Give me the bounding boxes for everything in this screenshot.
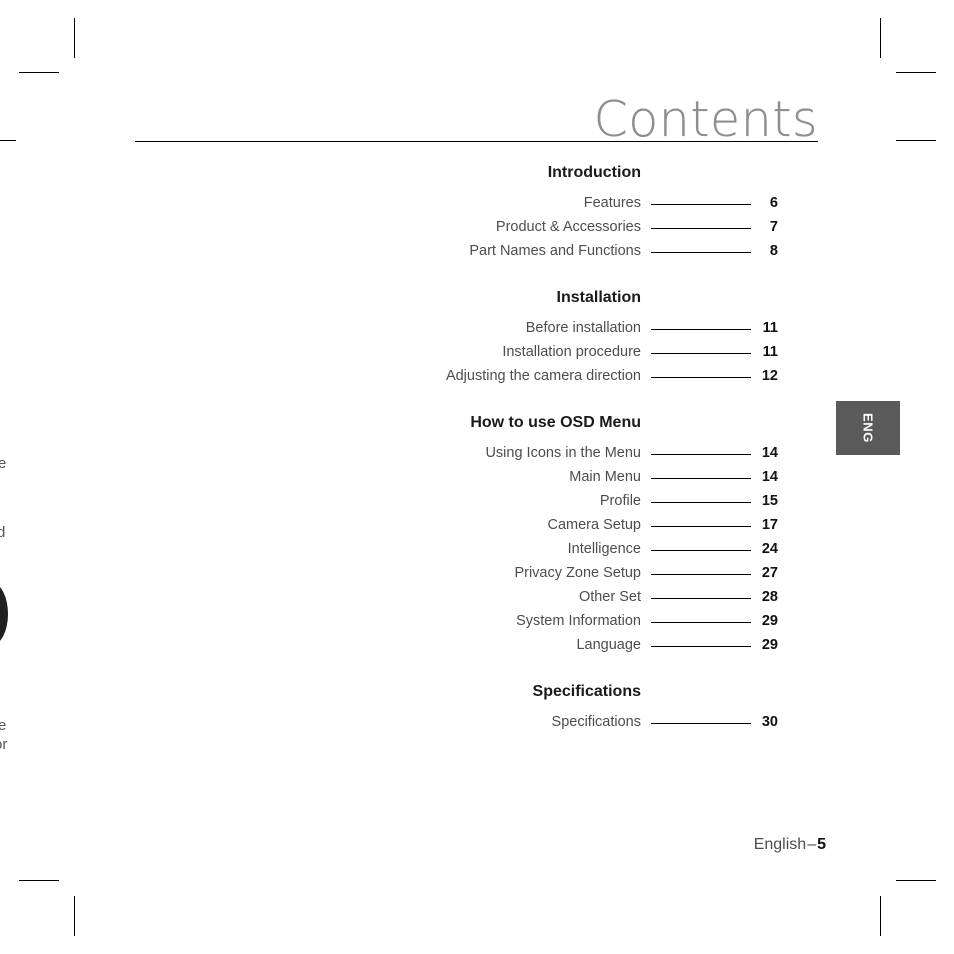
toc-entry-leader-line	[651, 621, 751, 623]
toc-entry[interactable]: System Information 29	[0, 609, 954, 633]
toc-entry-page-number: 30	[761, 714, 778, 730]
toc-entry-leader-line	[651, 203, 751, 205]
toc-section-gap	[0, 657, 954, 679]
toc-entry-page-number: 8	[769, 243, 778, 259]
footer-separator: –	[807, 836, 817, 853]
toc-entry-title: Main Menu	[569, 469, 641, 485]
toc-entry-leader-line	[651, 352, 751, 354]
toc-entry[interactable]: Language 29	[0, 633, 954, 657]
toc-entry-page-number: 15	[761, 493, 778, 509]
footer-language: English	[753, 836, 807, 853]
page-title: Contents	[593, 91, 818, 148]
toc-entry-leader-line	[651, 328, 751, 330]
toc-entry-page-number: 14	[761, 469, 778, 485]
crop-mark-top-left-horizontal	[19, 72, 59, 73]
toc-entry[interactable]: Installation procedure 11	[0, 340, 954, 364]
toc-entry[interactable]: Intelligence 24	[0, 537, 954, 561]
toc-entry[interactable]: Features 6	[0, 191, 954, 215]
table-of-contents: Introduction Features 6 Product & Accessori…	[0, 160, 954, 734]
toc-section: Introduction Features 6 Product & Accessori…	[0, 160, 954, 263]
toc-entry-title: Before installation	[525, 320, 641, 336]
crop-mark-top-right-horizontal	[896, 72, 936, 73]
crop-mark-top-right-vertical	[880, 18, 881, 58]
toc-section: How to use OSD Menu Using Icons in the Me…	[0, 410, 954, 657]
toc-entry-page-number: 27	[761, 565, 778, 581]
toc-entry-leader-line	[651, 573, 751, 575]
toc-section: Installation Before installation 11 Install…	[0, 285, 954, 388]
toc-section-header: Specifications	[532, 683, 641, 700]
language-tab-eng: ENG	[836, 401, 900, 455]
toc-section-header: How to use OSD Menu	[470, 414, 641, 431]
toc-entry-title: Installation procedure	[502, 344, 641, 360]
crop-mark-bottom-right-vertical	[880, 896, 881, 936]
toc-entry-title: Features	[583, 195, 641, 211]
toc-entry-title: Profile	[599, 493, 641, 509]
toc-entry-leader-line	[651, 477, 751, 479]
toc-entry-title: Specifications	[551, 714, 641, 730]
toc-entry-title: Product & Accessories	[495, 219, 641, 235]
toc-entry-page-number: 11	[762, 320, 778, 336]
toc-entry-title: Using Icons in the Menu	[485, 445, 641, 461]
toc-entry[interactable]: Specifications 30	[0, 710, 954, 734]
toc-entry[interactable]: Other Set 28	[0, 585, 954, 609]
toc-entry-page-number: 17	[761, 517, 778, 533]
toc-entry-title: System Information	[516, 613, 641, 629]
toc-section-header: Introduction	[547, 164, 641, 181]
toc-entry[interactable]: Before installation 11	[0, 316, 954, 340]
toc-entry-page-number: 29	[761, 637, 778, 653]
language-tab-label: ENG	[860, 413, 876, 443]
toc-entry[interactable]: Profile 15	[0, 489, 954, 513]
toc-entry-page-number: 12	[761, 368, 778, 384]
toc-entry-leader-line	[651, 645, 751, 647]
toc-entry-leader-line	[651, 722, 751, 724]
toc-section: Specifications Specifications 30	[0, 679, 954, 734]
toc-entry[interactable]: Privacy Zone Setup 27	[0, 561, 954, 585]
toc-entry[interactable]: Product & Accessories 7	[0, 215, 954, 239]
toc-entry-page-number: 11	[762, 344, 778, 360]
crop-mark-bottom-left-horizontal	[19, 880, 59, 881]
toc-entry-leader-line	[651, 376, 751, 378]
toc-entry-title: Adjusting the camera direction	[445, 368, 641, 384]
toc-entry[interactable]: Adjusting the camera direction 12	[0, 364, 954, 388]
toc-entry-title: Camera Setup	[547, 517, 642, 533]
toc-section-gap	[0, 388, 954, 410]
toc-entry-title: Part Names and Functions	[469, 243, 641, 259]
toc-entry-leader-line	[651, 597, 751, 599]
toc-entry-leader-line	[651, 453, 751, 455]
toc-entry-title: Language	[576, 637, 641, 653]
toc-entry-page-number: 24	[761, 541, 778, 557]
toc-entry-leader-line	[651, 227, 751, 229]
crop-mark-middle-left	[0, 140, 16, 141]
bleed-text-fragment: or	[0, 736, 8, 753]
toc-entry-leader-line	[651, 501, 751, 503]
page-footer: English–5	[754, 836, 826, 854]
toc-entry-page-number: 29	[761, 613, 778, 629]
toc-section-header: Installation	[556, 289, 641, 306]
toc-entry-leader-line	[651, 251, 751, 253]
crop-mark-bottom-right-horizontal	[896, 880, 936, 881]
toc-entry[interactable]: Using Icons in the Menu 14	[0, 441, 954, 465]
toc-entry[interactable]: Part Names and Functions 8	[0, 239, 954, 263]
toc-entry[interactable]: Camera Setup 17	[0, 513, 954, 537]
toc-entry[interactable]: Main Menu 14	[0, 465, 954, 489]
toc-entry-page-number: 7	[769, 219, 778, 235]
toc-entry-leader-line	[651, 549, 751, 551]
crop-mark-top-left-vertical	[74, 18, 75, 58]
toc-entry-title: Intelligence	[567, 541, 641, 557]
toc-entry-title: Privacy Zone Setup	[514, 565, 641, 581]
crop-mark-middle-right	[896, 140, 936, 141]
toc-entry-page-number: 14	[761, 445, 778, 461]
toc-entry-page-number: 28	[761, 589, 778, 605]
toc-entry-title: Other Set	[578, 589, 641, 605]
toc-entry-leader-line	[651, 525, 751, 527]
footer-page-number: 5	[817, 836, 826, 853]
toc-section-gap	[0, 263, 954, 285]
toc-entry-page-number: 6	[769, 195, 778, 211]
crop-mark-bottom-left-vertical	[74, 896, 75, 936]
